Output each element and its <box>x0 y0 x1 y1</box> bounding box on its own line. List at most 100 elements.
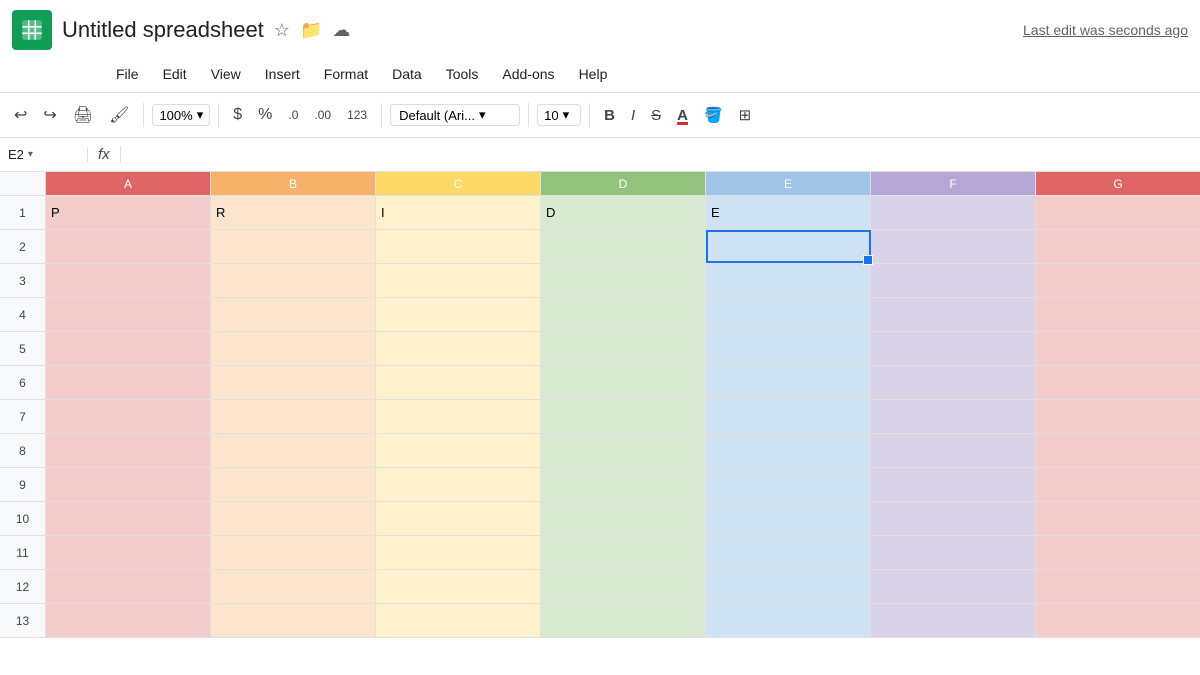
col-header-b[interactable]: B <box>211 172 376 195</box>
cell-c9[interactable] <box>376 468 541 501</box>
col-header-a[interactable]: A <box>46 172 211 195</box>
cell-a13[interactable] <box>46 604 211 637</box>
cell-g5[interactable] <box>1036 332 1200 365</box>
cell-c5[interactable] <box>376 332 541 365</box>
menu-insert[interactable]: Insert <box>255 62 310 86</box>
decimal-less-button[interactable]: .0 <box>282 104 304 126</box>
spreadsheet-title[interactable]: Untitled spreadsheet <box>62 17 264 43</box>
cell-c8[interactable] <box>376 434 541 467</box>
cell-e9[interactable] <box>706 468 871 501</box>
cell-b7[interactable] <box>211 400 376 433</box>
menu-addons[interactable]: Add-ons <box>492 62 564 86</box>
col-header-d[interactable]: D <box>541 172 706 195</box>
cell-g9[interactable] <box>1036 468 1200 501</box>
cell-f3[interactable] <box>871 264 1036 297</box>
cell-c6[interactable] <box>376 366 541 399</box>
strikethrough-button[interactable]: S <box>645 103 667 128</box>
cell-a5[interactable] <box>46 332 211 365</box>
fill-color-button[interactable]: 🪣 <box>698 102 729 128</box>
cell-b2[interactable] <box>211 230 376 263</box>
percent-button[interactable]: % <box>252 102 278 128</box>
cell-d4[interactable] <box>541 298 706 331</box>
col-header-g[interactable]: G <box>1036 172 1200 195</box>
cell-b5[interactable] <box>211 332 376 365</box>
col-header-c[interactable]: C <box>376 172 541 195</box>
cell-c12[interactable] <box>376 570 541 603</box>
cell-d9[interactable] <box>541 468 706 501</box>
formula-input[interactable] <box>121 147 1192 163</box>
col-header-f[interactable]: F <box>871 172 1036 195</box>
cell-a4[interactable] <box>46 298 211 331</box>
cell-e7[interactable] <box>706 400 871 433</box>
cell-g3[interactable] <box>1036 264 1200 297</box>
cell-d10[interactable] <box>541 502 706 535</box>
cell-f12[interactable] <box>871 570 1036 603</box>
cell-b1[interactable]: R <box>211 196 376 229</box>
currency-button[interactable]: $ <box>227 102 248 128</box>
cell-a8[interactable] <box>46 434 211 467</box>
cell-g12[interactable] <box>1036 570 1200 603</box>
cell-g13[interactable] <box>1036 604 1200 637</box>
cell-c2[interactable] <box>376 230 541 263</box>
cell-g6[interactable] <box>1036 366 1200 399</box>
zoom-selector[interactable]: 100% ▾ <box>152 104 210 126</box>
cell-c7[interactable] <box>376 400 541 433</box>
cell-g10[interactable] <box>1036 502 1200 535</box>
cell-f7[interactable] <box>871 400 1036 433</box>
cell-g2[interactable] <box>1036 230 1200 263</box>
cell-f8[interactable] <box>871 434 1036 467</box>
cell-c4[interactable] <box>376 298 541 331</box>
cell-c1[interactable]: I <box>376 196 541 229</box>
cell-g4[interactable] <box>1036 298 1200 331</box>
cell-f2[interactable] <box>871 230 1036 263</box>
cell-e13[interactable] <box>706 604 871 637</box>
menu-view[interactable]: View <box>201 62 251 86</box>
cell-d12[interactable] <box>541 570 706 603</box>
cell-a10[interactable] <box>46 502 211 535</box>
cell-d2[interactable] <box>541 230 706 263</box>
decimal-more-button[interactable]: .00 <box>308 104 337 126</box>
star-icon[interactable]: ☆ <box>274 20 290 41</box>
cell-g8[interactable] <box>1036 434 1200 467</box>
print-button[interactable]: 🖨 <box>67 101 99 129</box>
cell-a1[interactable]: P <box>46 196 211 229</box>
menu-tools[interactable]: Tools <box>436 62 489 86</box>
cell-b12[interactable] <box>211 570 376 603</box>
menu-file[interactable]: File <box>106 62 149 86</box>
cell-b11[interactable] <box>211 536 376 569</box>
font-color-button[interactable]: A <box>671 103 694 128</box>
cell-f9[interactable] <box>871 468 1036 501</box>
cell-b9[interactable] <box>211 468 376 501</box>
cell-f4[interactable] <box>871 298 1036 331</box>
bold-button[interactable]: B <box>598 103 621 128</box>
menu-help[interactable]: Help <box>569 62 618 86</box>
cell-e6[interactable] <box>706 366 871 399</box>
menu-data[interactable]: Data <box>382 62 432 86</box>
italic-button[interactable]: I <box>625 103 641 128</box>
cell-e3[interactable] <box>706 264 871 297</box>
cell-e11[interactable] <box>706 536 871 569</box>
cell-c3[interactable] <box>376 264 541 297</box>
cell-f13[interactable] <box>871 604 1036 637</box>
cell-d3[interactable] <box>541 264 706 297</box>
cell-f6[interactable] <box>871 366 1036 399</box>
cell-d6[interactable] <box>541 366 706 399</box>
cell-g7[interactable] <box>1036 400 1200 433</box>
menu-edit[interactable]: Edit <box>153 62 197 86</box>
cell-f10[interactable] <box>871 502 1036 535</box>
undo-button[interactable]: ↩ <box>8 101 33 129</box>
cell-d7[interactable] <box>541 400 706 433</box>
cell-f5[interactable] <box>871 332 1036 365</box>
cell-d13[interactable] <box>541 604 706 637</box>
paint-format-button[interactable]: 🖌 <box>103 101 135 129</box>
cell-b4[interactable] <box>211 298 376 331</box>
cell-d1[interactable]: D <box>541 196 706 229</box>
cell-c11[interactable] <box>376 536 541 569</box>
cell-e1[interactable]: E <box>706 196 871 229</box>
borders-button[interactable]: ⊞ <box>733 102 758 128</box>
menu-format[interactable]: Format <box>314 62 378 86</box>
cell-b3[interactable] <box>211 264 376 297</box>
cell-g1[interactable] <box>1036 196 1200 229</box>
cell-reference[interactable]: E2 ▾ <box>8 147 88 162</box>
format-number-button[interactable]: 123 <box>341 104 373 126</box>
